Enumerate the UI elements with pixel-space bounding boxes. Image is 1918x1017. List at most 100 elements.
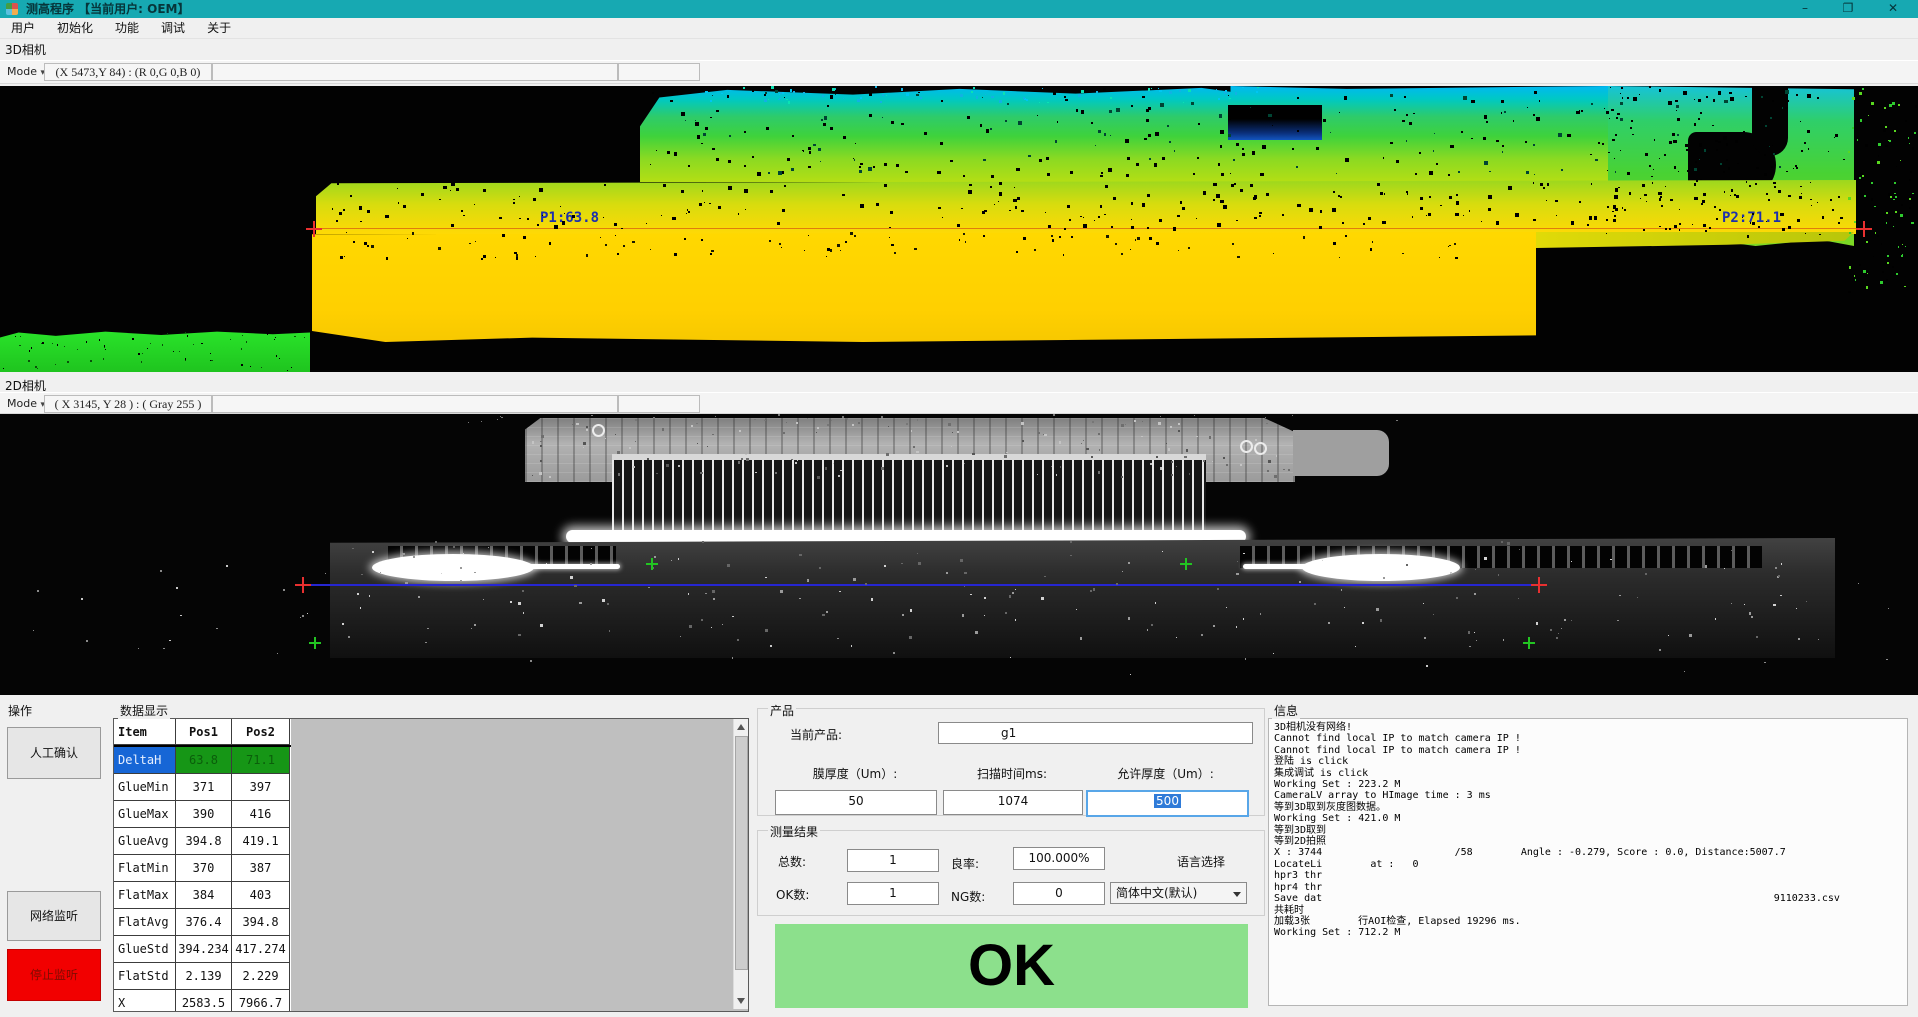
speckle xyxy=(1496,221,1500,225)
current-product-field[interactable]: g1 xyxy=(938,722,1253,744)
network-listen-button[interactable]: 网络监听 xyxy=(7,891,101,941)
speckle xyxy=(786,99,788,101)
speckle xyxy=(1069,219,1071,221)
table-row[interactable]: FlatMin370387 xyxy=(114,855,291,882)
menu-item[interactable]: 初始化 xyxy=(46,18,104,38)
manual-confirm-button[interactable]: 人工确认 xyxy=(7,727,101,779)
column-header[interactable]: Item xyxy=(114,719,176,745)
speckle xyxy=(55,364,56,365)
speckle xyxy=(1338,195,1341,198)
menu-item[interactable]: 功能 xyxy=(104,18,150,38)
speckle xyxy=(1170,426,1173,429)
speckle xyxy=(105,349,106,350)
speckle xyxy=(820,161,821,162)
table-row[interactable]: GlueMax390416 xyxy=(114,801,291,828)
menu-item[interactable]: 用户 xyxy=(0,18,46,38)
speckle xyxy=(699,203,702,206)
mode-dropdown-2d[interactable]: Mode ▾ xyxy=(3,395,49,412)
yield-field[interactable]: 100.000% xyxy=(1013,847,1105,870)
speckle xyxy=(1679,229,1681,231)
info-log[interactable]: 3D相机没有网络!Cannot find local IP to match c… xyxy=(1268,718,1908,1006)
speckle xyxy=(1859,264,1861,266)
speckle xyxy=(1822,216,1825,219)
speckle xyxy=(1788,226,1791,229)
speckle xyxy=(1060,466,1062,468)
speckle xyxy=(1704,149,1706,151)
log-line: 登陆 is click xyxy=(1274,756,1902,767)
scroll-down-icon[interactable] xyxy=(734,993,748,1009)
speckle xyxy=(1179,90,1181,92)
table-row[interactable]: DeltaH63.871.1 xyxy=(114,747,291,774)
ok-count-field[interactable]: 1 xyxy=(847,882,939,905)
speckle xyxy=(1178,250,1180,252)
film-thickness-field[interactable]: 50 xyxy=(775,790,937,815)
table-scrollbar[interactable] xyxy=(733,719,748,1009)
speckle xyxy=(1871,198,1874,201)
table-row[interactable]: X2583.57966.7 xyxy=(114,990,291,1012)
speckle xyxy=(1594,216,1598,220)
table-row[interactable]: GlueMin371397 xyxy=(114,774,291,801)
speckle xyxy=(765,425,766,426)
speckle xyxy=(403,205,406,208)
speckle xyxy=(702,541,705,544)
speckle xyxy=(1622,207,1624,209)
column-header[interactable]: Pos1 xyxy=(176,719,232,745)
column-header[interactable]: Pos2 xyxy=(232,719,290,745)
speckle xyxy=(1624,209,1626,211)
speckle xyxy=(1854,221,1856,223)
log-line: hpr3 thr xyxy=(1274,870,1902,881)
pixel-status-2d: ( X 3145, Y 28 ) : ( Gray 255 ) xyxy=(44,395,212,413)
camera2d-view[interactable] xyxy=(0,414,1918,695)
table-row[interactable]: GlueStd394.234417.274 xyxy=(114,936,291,963)
camera3d-view[interactable]: P1:63.8 P2:71.1 xyxy=(0,86,1918,372)
speckle xyxy=(686,213,687,214)
speckle xyxy=(1188,89,1191,92)
speckle xyxy=(994,204,995,205)
speckle xyxy=(1673,140,1677,144)
speckle xyxy=(1419,152,1421,154)
menu-item[interactable]: 关于 xyxy=(196,18,242,38)
menu-item[interactable]: 调试 xyxy=(150,18,196,38)
close-button[interactable]: ✕ xyxy=(1876,0,1910,18)
minimize-button[interactable]: – xyxy=(1788,0,1822,18)
speckle xyxy=(1881,243,1883,245)
stop-listen-button[interactable]: 停止监听 xyxy=(7,949,101,1001)
speckle xyxy=(1106,235,1109,238)
speckle xyxy=(1533,219,1536,222)
speckle xyxy=(1372,241,1373,242)
table-row[interactable]: FlatAvg376.4394.8 xyxy=(114,909,291,936)
ng-count-field[interactable]: 0 xyxy=(1013,882,1105,905)
speckle xyxy=(1332,208,1335,211)
speckle xyxy=(412,232,415,235)
table-row[interactable]: GlueAvg394.8419.1 xyxy=(114,828,291,855)
operation-group-label: 操作 xyxy=(6,702,34,719)
total-field[interactable]: 1 xyxy=(847,849,939,872)
speckle xyxy=(826,611,828,613)
language-select-dropdown[interactable]: 简体中文(默认) xyxy=(1110,882,1247,904)
table-row[interactable]: FlatMax384403 xyxy=(114,882,291,909)
speckle xyxy=(1064,228,1066,230)
speckle xyxy=(1889,140,1891,142)
scroll-up-icon[interactable] xyxy=(734,719,748,735)
scrollbar-thumb[interactable] xyxy=(735,736,748,970)
speckle xyxy=(1252,151,1255,154)
mode-dropdown-3d[interactable]: Mode ▾ xyxy=(3,63,49,80)
speckle xyxy=(1658,192,1662,196)
allowed-thickness-field[interactable]: 500 xyxy=(1086,790,1249,817)
maximize-button[interactable]: ❐ xyxy=(1831,0,1865,18)
speckle xyxy=(876,203,880,207)
speckle xyxy=(705,593,706,594)
speckle xyxy=(964,572,967,575)
scan-time-field[interactable]: 1074 xyxy=(943,790,1083,815)
table-cell: FlatStd xyxy=(114,963,176,990)
speckle xyxy=(1764,154,1766,156)
speckle xyxy=(1700,179,1701,180)
speckle xyxy=(1849,266,1851,268)
speckle xyxy=(150,343,151,344)
table-row[interactable]: FlatStd2.1392.229 xyxy=(114,963,291,990)
speckle xyxy=(344,256,345,257)
speckle xyxy=(1257,87,1258,88)
speckle xyxy=(497,419,498,420)
speckle xyxy=(1469,210,1470,211)
speckle xyxy=(1113,197,1116,200)
